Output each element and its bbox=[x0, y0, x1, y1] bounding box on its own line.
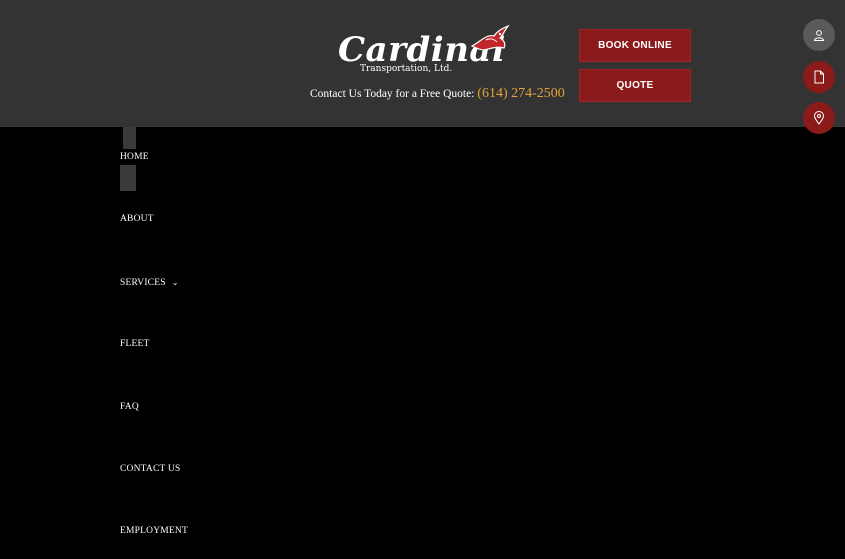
quote-button[interactable]: QUOTE bbox=[579, 69, 691, 102]
nav-highlight-block bbox=[120, 165, 136, 191]
cardinal-bird-icon bbox=[470, 24, 510, 51]
cardinal-logo[interactable]: Cardinal Transportation, Ltd. bbox=[336, 22, 516, 78]
document-icon bbox=[814, 70, 824, 84]
nav-services-label: SERVICES bbox=[120, 278, 166, 288]
nav-faq[interactable]: FAQ bbox=[120, 402, 139, 412]
book-online-button[interactable]: BOOK ONLINE bbox=[579, 29, 691, 62]
account-button[interactable] bbox=[803, 19, 835, 51]
document-button[interactable] bbox=[803, 61, 835, 93]
nav-contact-us[interactable]: CONTACT US bbox=[120, 464, 180, 474]
phone-number-link[interactable]: (614) 274-2500 bbox=[477, 86, 565, 101]
chevron-down-icon: ⌄ bbox=[171, 278, 179, 287]
nav-services[interactable]: SERVICES ⌄ bbox=[120, 278, 179, 288]
tagline-text: Contact Us Today for a Free Quote: bbox=[310, 88, 475, 100]
nav-fleet[interactable]: FLEET bbox=[120, 339, 150, 349]
nav-about[interactable]: ABOUT bbox=[120, 214, 154, 224]
nav-home[interactable]: HOME bbox=[120, 152, 149, 162]
nav-highlight-block bbox=[123, 127, 136, 149]
location-button[interactable] bbox=[803, 102, 835, 134]
site-header: Cardinal Transportation, Ltd. Contact Us… bbox=[0, 0, 845, 127]
logo-subtitle: Transportation, Ltd. bbox=[360, 64, 453, 74]
account-icon bbox=[813, 30, 825, 41]
location-pin-icon bbox=[813, 111, 825, 125]
free-quote-tagline: Contact Us Today for a Free Quote: (614)… bbox=[310, 86, 565, 102]
nav-employment[interactable]: EMPLOYMENT bbox=[120, 526, 188, 536]
